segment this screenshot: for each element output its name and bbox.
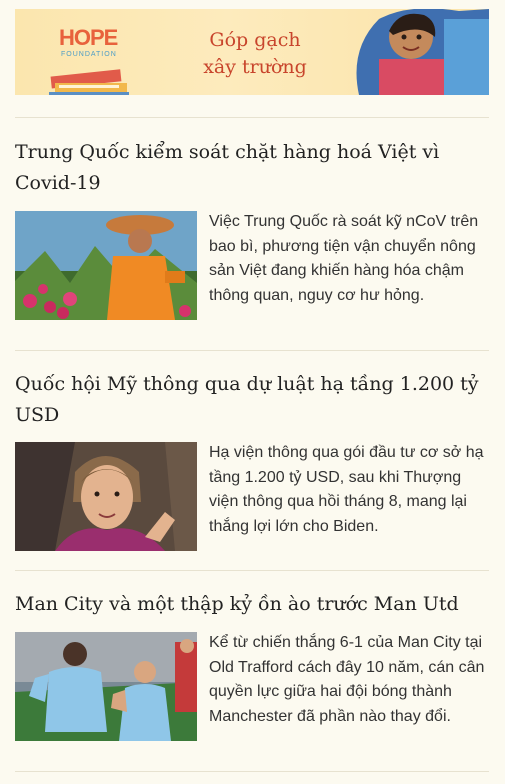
article-title[interactable]: Quốc hội Mỹ thông qua dự luật hạ tầng 1.… [15, 369, 485, 431]
hope-logo: HOPE [59, 25, 118, 50]
child-photo [356, 9, 489, 95]
divider [15, 570, 489, 571]
article-lead: Việc Trung Quốc rà soát kỹ nCoV trên bao… [209, 213, 479, 304]
article-thumbnail-farmer[interactable] [15, 211, 197, 320]
article-title[interactable]: Trung Quốc kiểm soát chặt hàng hoá Việt … [15, 137, 485, 199]
article-thumbnail-speaker[interactable] [15, 442, 197, 551]
banner-tagline-line2: xây trường [203, 56, 307, 78]
books-illustration [49, 69, 129, 95]
article-lead: Hạ viện thông qua gói đầu tư cơ sở hạ tầ… [209, 444, 484, 535]
hope-foundation-banner[interactable]: HOPE FOUNDATION Góp gạch xây trường [15, 9, 489, 95]
divider [15, 350, 489, 351]
article-lead: Kể từ chiến thắng 6-1 của Man City tại O… [209, 634, 485, 725]
divider [15, 771, 489, 772]
divider [15, 117, 489, 118]
article-title[interactable]: Man City và một thập kỷ ồn ào trước Man … [15, 589, 485, 620]
article-thumbnail-football[interactable] [15, 632, 197, 741]
banner-tagline-line1: Góp gạch [209, 29, 301, 51]
hope-logo-subtitle: FOUNDATION [61, 51, 117, 58]
banner-tagline: Góp gạch xây trường [185, 27, 325, 81]
